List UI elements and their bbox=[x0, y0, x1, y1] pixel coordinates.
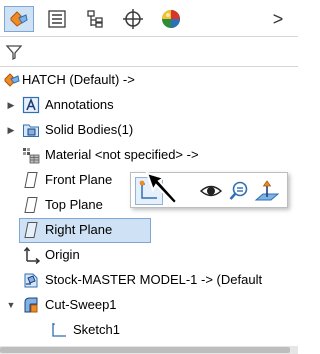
cut-sweep-icon bbox=[22, 296, 40, 314]
mouse-pointer-icon bbox=[140, 166, 188, 214]
normal-to-icon bbox=[254, 180, 280, 201]
tree-item-label: Front Plane bbox=[45, 172, 113, 187]
origin-icon bbox=[22, 246, 41, 265]
dimxpert-manager-tab[interactable] bbox=[118, 6, 148, 32]
plane-icon bbox=[22, 196, 40, 214]
part-icon bbox=[3, 71, 21, 89]
tree-item-label: Stock-MASTER MODEL-1 -> (Default bbox=[45, 272, 263, 287]
display-manager-tab[interactable] bbox=[156, 6, 186, 32]
plane-icon bbox=[22, 221, 40, 239]
tree-item-cut-sweep[interactable]: ▼ Cut-Sweep1 bbox=[0, 293, 298, 318]
configuration-manager-icon bbox=[87, 10, 103, 28]
derived-part-icon bbox=[22, 271, 40, 289]
expand-arrow-icon[interactable]: ▶ bbox=[6, 125, 16, 135]
zoom-to-selection-button[interactable] bbox=[225, 177, 253, 205]
filter-divider bbox=[0, 66, 298, 67]
collapse-arrow-icon[interactable]: ▼ bbox=[6, 300, 16, 310]
tree-item-label: Cut-Sweep1 bbox=[45, 297, 117, 312]
plane-icon bbox=[22, 171, 40, 189]
material-icon bbox=[22, 146, 40, 164]
tree-item-stock-master-model[interactable]: Stock-MASTER MODEL-1 -> (Default bbox=[0, 268, 298, 293]
zoom-icon bbox=[229, 181, 248, 200]
scrollbar-thumb[interactable] bbox=[0, 347, 290, 353]
normal-to-button[interactable] bbox=[253, 177, 281, 205]
configuration-manager-tab[interactable] bbox=[80, 6, 110, 32]
manager-tab-bar: > bbox=[0, 0, 298, 36]
tree-item-label: Material <not specified> -> bbox=[45, 147, 199, 162]
tree-item-label: Solid Bodies(1) bbox=[45, 122, 134, 137]
tree-item-label: Right Plane bbox=[45, 222, 113, 237]
property-manager-icon bbox=[48, 10, 66, 28]
eye-icon bbox=[199, 185, 223, 197]
tree-item-material[interactable]: Material <not specified> -> bbox=[0, 143, 298, 168]
tree-root-row[interactable]: HATCH (Default) -> bbox=[0, 68, 298, 93]
filter-icon[interactable] bbox=[4, 42, 24, 62]
expand-arrow-icon[interactable]: ▶ bbox=[6, 100, 16, 110]
tree-item-label: Origin bbox=[45, 247, 80, 262]
tab-overflow-chevron-icon[interactable]: > bbox=[268, 8, 288, 30]
property-manager-tab[interactable] bbox=[42, 6, 72, 32]
display-manager-icon bbox=[162, 10, 180, 28]
show-hide-button[interactable] bbox=[197, 177, 225, 205]
feature-manager-tab[interactable] bbox=[4, 6, 34, 32]
tree-item-annotations[interactable]: ▶ Annotations bbox=[0, 93, 298, 118]
tree-root-label: HATCH (Default) -> bbox=[22, 72, 135, 87]
tree-item-origin[interactable]: Origin bbox=[0, 243, 298, 268]
tree-item-label: Sketch1 bbox=[73, 322, 120, 337]
solid-bodies-folder-icon bbox=[22, 121, 40, 139]
tree-item-label: Annotations bbox=[45, 97, 114, 112]
tree-item-label: Top Plane bbox=[45, 197, 103, 212]
feature-manager-icon bbox=[10, 11, 28, 27]
tree-item-right-plane[interactable]: Right Plane bbox=[19, 218, 151, 243]
tab-bar-divider bbox=[0, 36, 298, 37]
annotations-icon bbox=[22, 96, 40, 114]
tree-item-sketch[interactable]: Sketch1 bbox=[0, 318, 298, 343]
crosshair-icon bbox=[123, 9, 143, 29]
sketch-icon bbox=[50, 321, 68, 339]
tree-item-solid-bodies[interactable]: ▶ Solid Bodies(1) bbox=[0, 118, 298, 143]
